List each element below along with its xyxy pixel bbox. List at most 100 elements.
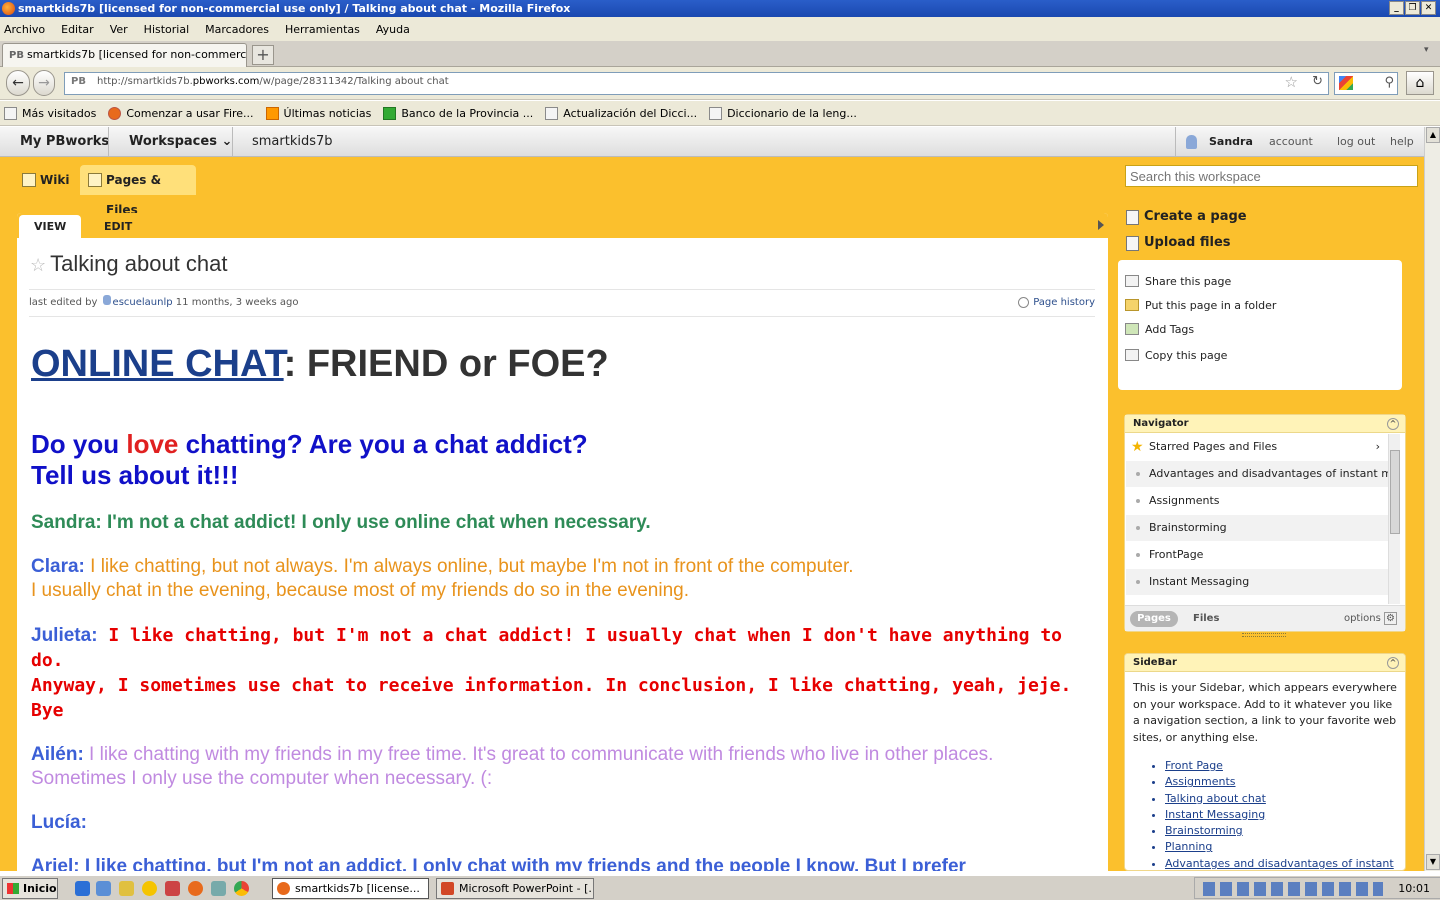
create-page-link[interactable]: Create a page	[1126, 209, 1247, 225]
options-link[interactable]: options ⚙	[1344, 611, 1397, 627]
sidebar-link-instant-messaging[interactable]: Instant Messaging	[1165, 807, 1405, 823]
help-link[interactable]: help	[1390, 127, 1414, 157]
menu-editar[interactable]: Editar	[61, 23, 94, 36]
nav-item-brainstorming[interactable]: Brainstorming	[1126, 515, 1388, 541]
workspaces-menu[interactable]: Workspaces ⌄	[129, 127, 232, 157]
home-icon[interactable]: ⌂	[1406, 71, 1434, 95]
workspace-name[interactable]: smartkids7b	[252, 127, 333, 157]
menu-historial[interactable]: Historial	[144, 23, 189, 36]
browser-search-box[interactable]: ⚲	[1334, 72, 1398, 95]
close-button[interactable]: ✕	[1421, 1, 1436, 15]
collapse-icon[interactable]: ^	[1387, 657, 1399, 669]
sidebar-link-brainstorming[interactable]: Brainstorming	[1165, 823, 1405, 839]
task-firefox[interactable]: smartkids7b [license...	[272, 878, 429, 899]
upload-files-label: Upload files	[1144, 235, 1231, 250]
restore-button[interactable]: ❐	[1405, 1, 1420, 15]
user-icon	[102, 295, 111, 305]
nav-item-instant-messaging[interactable]: Instant Messaging	[1126, 569, 1388, 595]
sidebar-link-planning[interactable]: Planning	[1165, 839, 1405, 855]
bookmark-diccionario[interactable]: Diccionario de la leng...	[709, 106, 857, 120]
taskbar: Inicio smartkids7b [license... Microsoft…	[0, 874, 1440, 900]
minimize-button[interactable]: _	[1389, 1, 1404, 15]
copy-icon	[1125, 349, 1139, 361]
page-scrollbar[interactable]: ▲ ▼	[1424, 127, 1440, 871]
menu-marcadores[interactable]: Marcadores	[205, 23, 269, 36]
system-tray: 10:01	[1194, 877, 1440, 899]
tab-view[interactable]: VIEW	[19, 215, 82, 238]
tray-icons[interactable]	[1203, 882, 1383, 896]
question-part-2: chatting? Are you a chat addict?	[178, 429, 588, 459]
upload-files-link[interactable]: Upload files	[1126, 235, 1231, 251]
bookmark-comenzar[interactable]: Comenzar a usar Fire...	[108, 106, 254, 120]
ie-icon[interactable]	[75, 881, 90, 896]
folder-label: Put this page in a folder	[1145, 299, 1277, 312]
menu-ver[interactable]: Ver	[110, 23, 128, 36]
copy-page-link[interactable]: Copy this page	[1125, 349, 1227, 362]
bookmarks-toolbar: Más visitados Comenzar a usar Fire... Úl…	[0, 101, 1440, 126]
search-icon[interactable]: ⚲	[1384, 75, 1394, 90]
browser-tab[interactable]: PBsmartkids7b [licensed for non-commerci…	[2, 43, 247, 67]
sidebar-link-talking-about-chat[interactable]: Talking about chat	[1165, 791, 1405, 807]
reload-icon[interactable]: ↻	[1312, 74, 1323, 89]
share-page-link[interactable]: Share this page	[1125, 275, 1231, 288]
starred-pages-item[interactable]: ★ Starred Pages and Files ›	[1126, 434, 1388, 460]
menu-herramientas[interactable]: Herramientas	[285, 23, 360, 36]
forward-icon[interactable]: →	[33, 70, 55, 96]
expand-arrow-icon[interactable]	[1098, 220, 1104, 230]
bookmark-ultimas-noticias[interactable]: Últimas noticias	[265, 106, 371, 120]
scroll-down-icon[interactable]: ▼	[1426, 854, 1440, 870]
sidebar-link-advantages[interactable]: Advantages and disadvantages of instant	[1165, 856, 1405, 870]
my-pbworks-link[interactable]: My PBworks	[20, 127, 109, 157]
tab-pages-files[interactable]: Pages & Files	[80, 165, 196, 217]
account-link[interactable]: account	[1269, 127, 1313, 157]
tab-edit[interactable]: EDIT	[89, 215, 147, 238]
add-tags-link[interactable]: Add Tags	[1125, 323, 1194, 336]
pages-toggle[interactable]: Pages	[1130, 611, 1178, 627]
firefox-icon[interactable]	[188, 881, 203, 896]
chrome-icon[interactable]	[234, 881, 249, 896]
navigator-scrollbar[interactable]	[1388, 434, 1400, 604]
bookmark-banco[interactable]: Banco de la Provincia ...	[383, 106, 533, 120]
collapse-icon[interactable]: ^	[1387, 418, 1399, 430]
paint-icon[interactable]	[119, 881, 134, 896]
tab-list-icon[interactable]: ▾	[1424, 45, 1429, 55]
scroll-thumb[interactable]	[1390, 450, 1400, 534]
nav-item-frontpage[interactable]: FrontPage	[1126, 542, 1388, 568]
scroll-up-icon[interactable]: ▲	[1426, 127, 1440, 143]
resize-handle[interactable]	[1242, 633, 1286, 637]
tab-wiki[interactable]: Wiki	[14, 165, 76, 195]
new-tab-button[interactable]: +	[252, 45, 274, 65]
sidebar-link-assignments[interactable]: Assignments	[1165, 774, 1405, 790]
files-toggle[interactable]: Files	[1193, 611, 1219, 627]
bookmark-actualizacion[interactable]: Actualización del Dicci...	[545, 106, 697, 120]
site-identity-icon[interactable]: PB	[71, 76, 86, 87]
star-icon[interactable]: ☆	[30, 255, 46, 275]
start-button[interactable]: Inicio	[2, 878, 58, 899]
options-label: options	[1343, 613, 1381, 624]
page-history-label: Page history	[1033, 297, 1095, 308]
back-icon[interactable]: ←	[6, 70, 30, 96]
put-in-folder-link[interactable]: Put this page in a folder	[1125, 299, 1277, 312]
nav-item-label: Advantages and disadvantages of instant …	[1149, 467, 1388, 480]
app2-icon[interactable]	[211, 881, 226, 896]
question-block: Do you love chatting? Are you a chat add…	[31, 429, 1091, 491]
menu-ayuda[interactable]: Ayuda	[376, 23, 410, 36]
editor-link[interactable]: escuelaunlp	[113, 297, 173, 308]
task-powerpoint[interactable]: Microsoft PowerPoint - [...	[436, 878, 594, 899]
app-icon[interactable]	[165, 881, 180, 896]
sidebar-link-front-page[interactable]: Front Page	[1165, 758, 1405, 774]
messenger-icon[interactable]	[142, 881, 157, 896]
workspace-search-input[interactable]	[1125, 165, 1418, 187]
username[interactable]: Sandra	[1209, 127, 1253, 157]
bookmark-mas-visitados[interactable]: Más visitados	[4, 106, 96, 120]
url-bar[interactable]: PB http://smartkids7b.pbworks.com/w/page…	[64, 72, 1329, 95]
nav-item-assignments[interactable]: Assignments	[1126, 488, 1388, 514]
online-chat-link[interactable]: ONLINE CHAT	[31, 343, 284, 385]
clara-line-1: I like chatting, but not always. I'm alw…	[84, 556, 854, 577]
logout-link[interactable]: log out	[1337, 127, 1375, 157]
nav-item-advantages[interactable]: Advantages and disadvantages of instant …	[1126, 461, 1388, 487]
network-icon[interactable]	[96, 881, 111, 896]
page-history-link[interactable]: Page history	[1018, 290, 1095, 316]
bookmark-star-icon[interactable]: ☆	[1285, 73, 1298, 91]
menu-archivo[interactable]: Archivo	[4, 23, 45, 36]
